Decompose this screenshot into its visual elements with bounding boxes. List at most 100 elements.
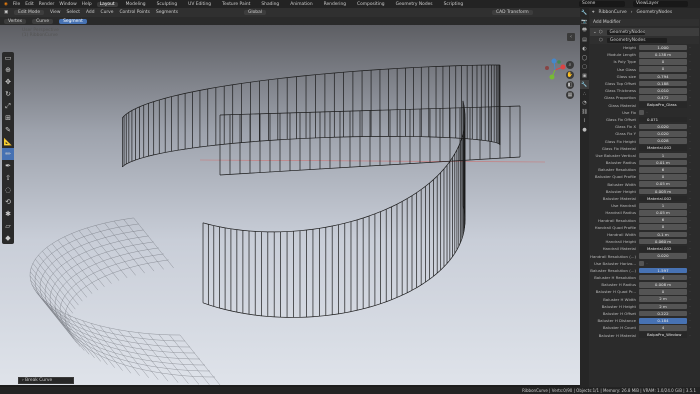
menu-control-points[interactable]: Control Points: [119, 10, 149, 15]
particles-icon[interactable]: ∴: [580, 89, 589, 98]
keyframe-dot-icon[interactable]: ·: [687, 160, 693, 165]
property-value-field[interactable]: 0.060 m: [639, 238, 687, 245]
property-value-field[interactable]: 1.597: [639, 267, 687, 274]
tool-properties-icon[interactable]: 🔧: [580, 8, 589, 17]
constraints-icon[interactable]: ⛓: [580, 107, 589, 116]
property-value-field[interactable]: 0.794: [639, 73, 687, 80]
keyframe-dot-icon[interactable]: ·: [687, 153, 693, 158]
property-value-field[interactable]: 0.472: [639, 95, 687, 101]
keyframe-dot-icon[interactable]: ·: [687, 146, 693, 151]
select-mode-curve[interactable]: Curve: [32, 18, 54, 24]
extrude-tool[interactable]: ⇧: [2, 172, 14, 184]
keyframe-dot-icon[interactable]: ·: [687, 95, 693, 100]
keyframe-dot-icon[interactable]: ·: [687, 325, 693, 330]
tab-compositing[interactable]: Compositing: [354, 2, 388, 7]
transform-tool[interactable]: ⊞: [2, 112, 14, 124]
sidebar-toggle-icon[interactable]: ‹: [567, 33, 575, 41]
property-checkbox[interactable]: [639, 109, 644, 115]
pan-icon[interactable]: ✋: [566, 71, 574, 79]
keyframe-dot-icon[interactable]: ·: [687, 239, 693, 244]
property-value-field[interactable]: 0.010: [639, 87, 687, 94]
view-layer-selector[interactable]: ViewLayer: [633, 1, 688, 7]
property-value-field[interactable]: 0.008 m: [639, 281, 687, 288]
collection-properties-icon[interactable]: ▢: [580, 62, 589, 71]
property-value-field[interactable]: 0.05 m: [639, 210, 687, 216]
keyframe-dot-icon[interactable]: ·: [687, 225, 693, 230]
keyframe-dot-icon[interactable]: ·: [687, 167, 693, 172]
keyframe-dot-icon[interactable]: ·: [644, 110, 650, 115]
keyframe-dot-icon[interactable]: ·: [687, 174, 693, 179]
node-group-field[interactable]: GeometryNodes: [606, 37, 667, 43]
keyframe-dot-icon[interactable]: ·: [687, 275, 693, 280]
material-field[interactable]: Material.002: [639, 195, 687, 202]
property-value-field[interactable]: 0.005 m: [639, 188, 687, 195]
keyframe-dot-icon[interactable]: ·: [687, 304, 693, 309]
perspective-toggle-icon[interactable]: ▦: [566, 91, 574, 99]
keyframe-dot-icon[interactable]: ·: [687, 67, 693, 72]
world-properties-icon[interactable]: ◯: [580, 53, 589, 62]
property-value-field[interactable]: 0.028: [639, 138, 687, 144]
keyframe-dot-icon[interactable]: ·: [687, 254, 693, 259]
object-properties-icon[interactable]: ▣: [580, 71, 589, 80]
data-properties-icon[interactable]: ⌇: [580, 116, 589, 125]
property-value-field[interactable]: 0.1 m: [639, 231, 687, 238]
tab-animation[interactable]: Animation: [287, 2, 315, 7]
scale-tool[interactable]: ⤢: [2, 100, 14, 112]
keyframe-dot-icon[interactable]: ·: [687, 88, 693, 93]
3d-viewport[interactable]: User Perspective (1) RibbonCurve ▭ ⊕ ✥ ↻…: [0, 25, 580, 385]
keyframe-dot-icon[interactable]: ·: [687, 189, 693, 194]
property-value-field[interactable]: 0.020: [639, 123, 687, 130]
select-box-tool[interactable]: ▭: [2, 52, 14, 64]
keyframe-dot-icon[interactable]: ·: [687, 297, 693, 302]
menu-file[interactable]: File: [13, 2, 20, 7]
menu-add[interactable]: Add: [86, 10, 95, 15]
tab-texture-paint[interactable]: Texture Paint: [219, 2, 253, 7]
keyframe-dot-icon[interactable]: ·: [687, 81, 693, 86]
scene-selector[interactable]: Scene: [579, 1, 625, 7]
keyframe-dot-icon[interactable]: ·: [687, 210, 693, 215]
tab-layout[interactable]: Layout: [96, 1, 118, 7]
keyframe-dot-icon[interactable]: ·: [687, 282, 693, 287]
modifier-properties-icon[interactable]: 🔧: [580, 80, 589, 89]
property-value-field[interactable]: 6: [639, 217, 687, 223]
pivot-dropdown[interactable]: CAD Transform: [492, 10, 533, 15]
keyframe-dot-icon[interactable]: ·: [687, 289, 693, 294]
keyframe-dot-icon[interactable]: ·: [687, 124, 693, 129]
property-value-field[interactable]: 0.020: [639, 253, 687, 259]
pin-icon[interactable]: ⌖: [592, 9, 594, 15]
camera-icon[interactable]: ◧: [566, 81, 574, 89]
property-value-field[interactable]: 1: [639, 202, 687, 209]
property-value-field[interactable]: 0: [639, 59, 687, 65]
tab-scripting[interactable]: Scripting: [441, 2, 467, 7]
menu-help[interactable]: Help: [82, 2, 92, 7]
menu-render[interactable]: Render: [39, 2, 55, 7]
property-value-field[interactable]: 0.01 m: [639, 159, 687, 166]
tab-shading[interactable]: Shading: [258, 2, 282, 7]
render-properties-icon[interactable]: 📷: [580, 17, 589, 26]
mode-dropdown[interactable]: Edit Mode: [14, 10, 45, 15]
property-value-field[interactable]: 0.222: [639, 310, 687, 317]
keyframe-dot-icon[interactable]: ·: [687, 333, 693, 338]
property-value-field[interactable]: 4: [639, 325, 687, 331]
property-value-field[interactable]: 0.138 m: [639, 51, 687, 58]
property-value-field[interactable]: 2 m: [639, 296, 687, 302]
keyframe-dot-icon[interactable]: ·: [687, 182, 693, 187]
menu-view[interactable]: View: [50, 10, 60, 15]
property-value-field[interactable]: 0.05 m: [639, 181, 687, 187]
pen-tool[interactable]: ✒: [2, 160, 14, 172]
property-value-field[interactable]: 1.000: [639, 44, 687, 51]
material-field[interactable]: Material.002: [639, 145, 687, 152]
shear-tool[interactable]: ▱: [2, 220, 14, 232]
property-value-field[interactable]: 0: [639, 174, 687, 180]
zoom-icon[interactable]: ⌕: [566, 61, 574, 69]
property-value-field[interactable]: 2 m: [639, 303, 687, 310]
keyframe-dot-icon[interactable]: ·: [687, 74, 693, 79]
material-field[interactable]: BalpaPro_Glass: [639, 102, 687, 108]
menu-segments[interactable]: Segments: [156, 10, 178, 15]
randomize-tool[interactable]: ✱: [2, 208, 14, 220]
expand-icon[interactable]: ⌄: [593, 30, 597, 35]
property-value-field[interactable]: 0: [639, 66, 687, 72]
rotate-tool[interactable]: ↻: [2, 88, 14, 100]
view-layer-icon[interactable]: ▤: [580, 35, 589, 44]
add-modifier-button[interactable]: Add Modifier: [590, 19, 699, 26]
